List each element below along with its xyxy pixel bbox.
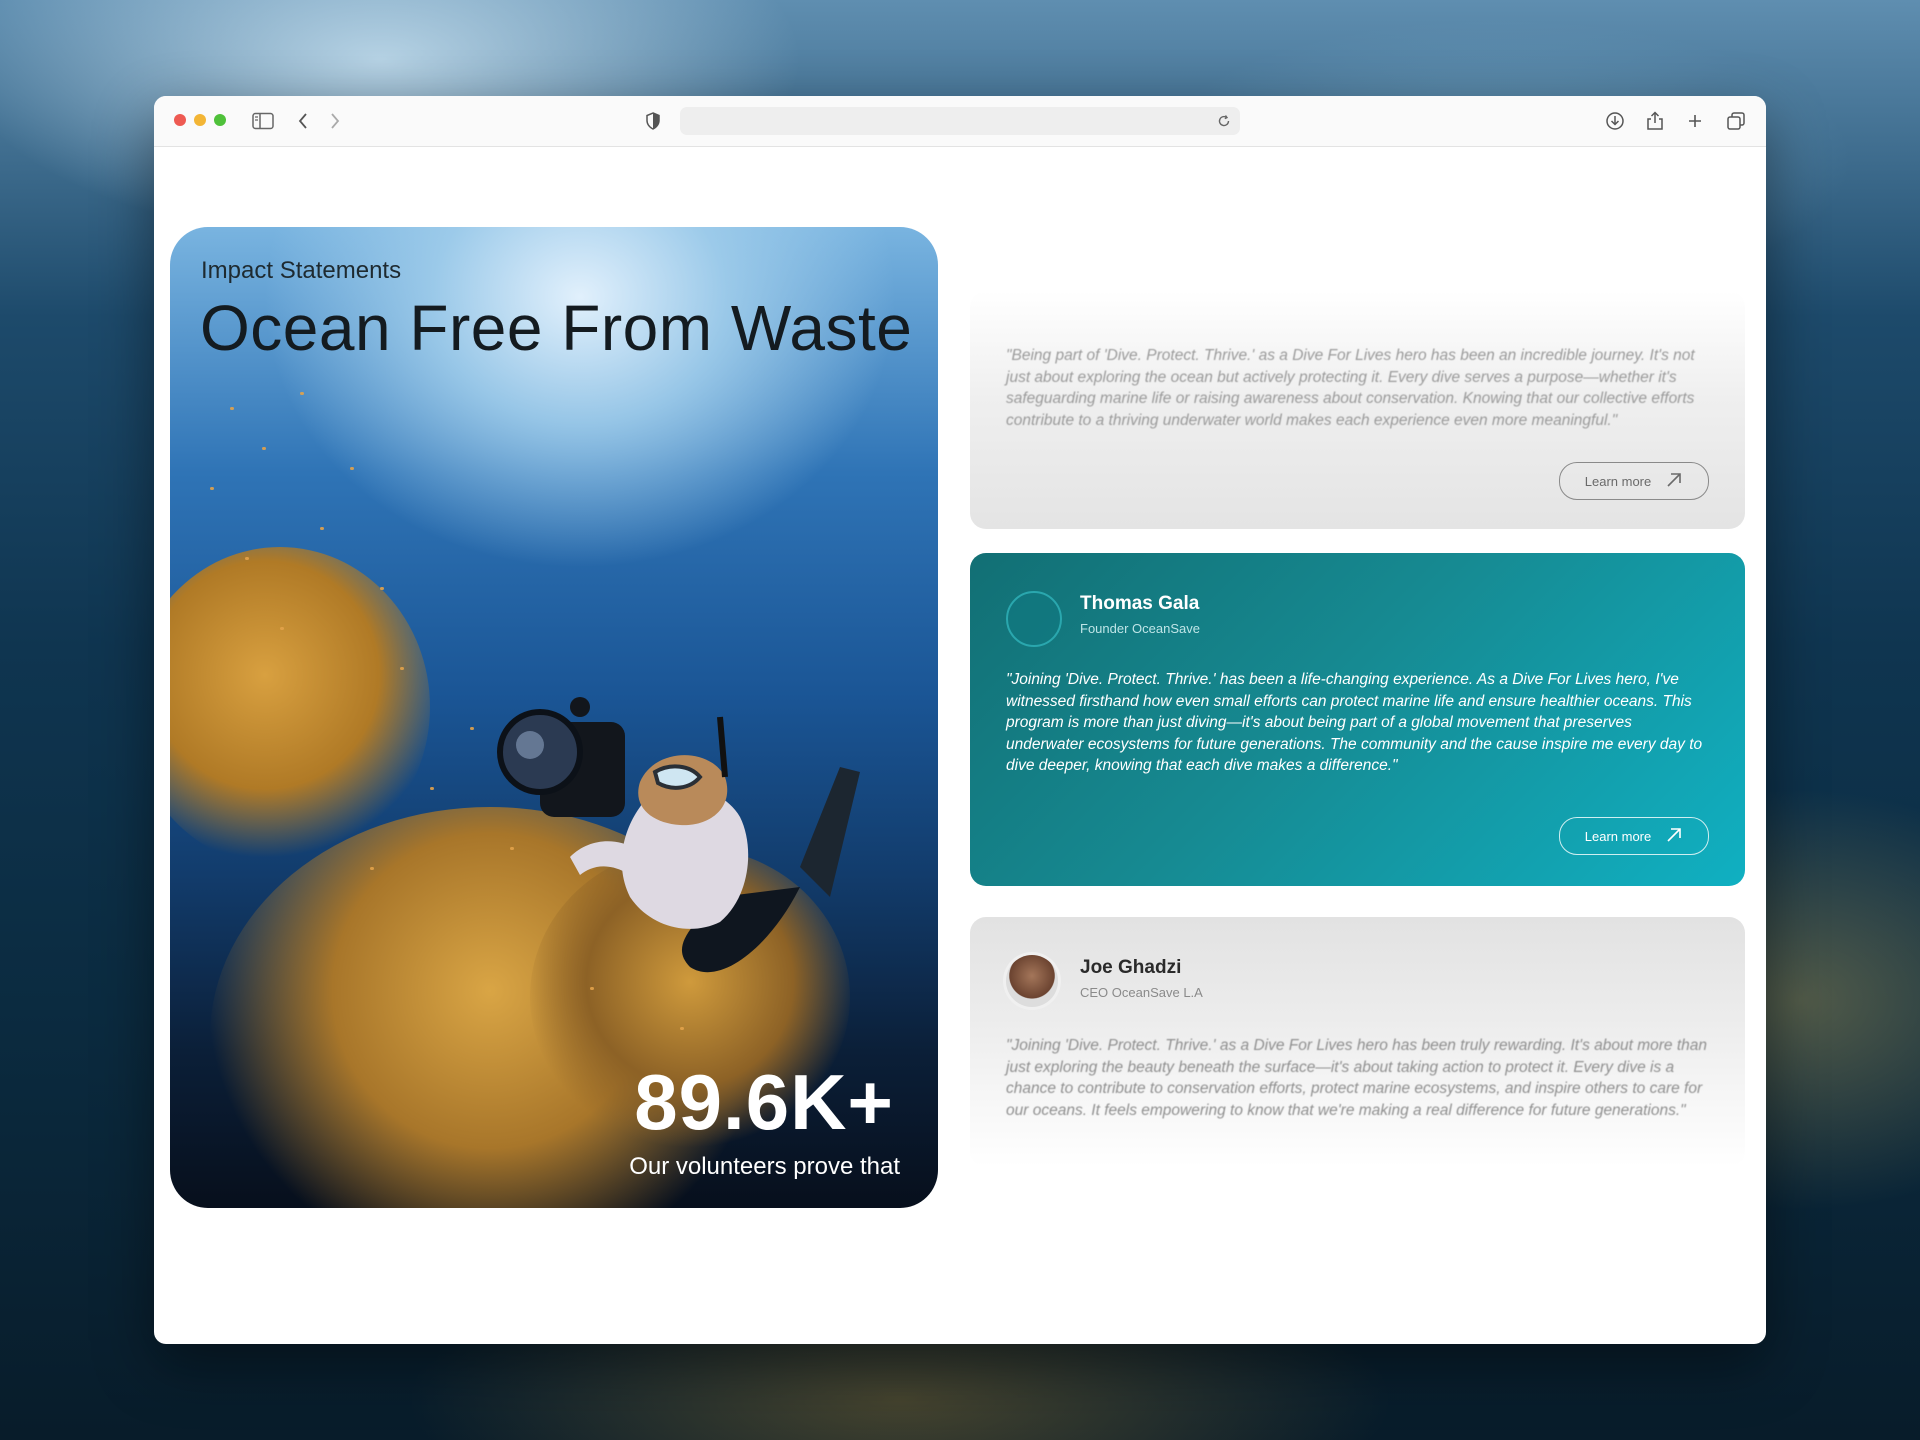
- learn-more-label: Learn more: [1584, 473, 1652, 489]
- fish-decoration: [320, 527, 324, 530]
- diver-illustration: [497, 697, 860, 973]
- minimize-window-button[interactable]: [194, 114, 206, 126]
- arrow-up-right-icon: [1665, 471, 1683, 492]
- testimonial-name: Joe Ghadzi: [1080, 957, 1182, 978]
- fish-decoration: [245, 557, 249, 560]
- testimonial-name: Thomas Gala: [1080, 593, 1200, 614]
- close-window-button[interactable]: [174, 114, 186, 126]
- volunteer-count: 89.6K+: [634, 1058, 894, 1146]
- testimonial-card: Joe Ghadzi CEO OceanSave L.A "Joining 'D…: [970, 917, 1745, 1167]
- avatar: [1006, 955, 1058, 1007]
- testimonial-role: CEO OceanSave L.A: [1080, 985, 1203, 1000]
- fish-decoration: [350, 467, 354, 470]
- fish-decoration: [230, 407, 234, 410]
- learn-more-button[interactable]: Learn more: [1559, 462, 1709, 500]
- avatar: [1006, 591, 1062, 647]
- fish-decoration: [680, 1027, 684, 1030]
- new-tab-icon[interactable]: [1682, 108, 1708, 134]
- fish-decoration: [262, 447, 266, 450]
- fish-decoration: [370, 867, 374, 870]
- download-icon[interactable]: [1602, 108, 1628, 134]
- hero-card: Impact Statements Ocean Free From Waste …: [170, 227, 938, 1208]
- volunteer-count-label: Our volunteers prove that: [629, 1153, 900, 1180]
- testimonial-quote: "Joining 'Dive. Protect. Thrive.' as a D…: [1006, 1037, 1708, 1119]
- testimonial-card: "Being part of 'Dive. Protect. Thrive.' …: [970, 291, 1745, 529]
- tabs-overview-icon[interactable]: [1723, 108, 1749, 134]
- hero-title: Ocean Free From Waste: [200, 292, 913, 364]
- reload-icon[interactable]: [1214, 111, 1234, 131]
- fish-decoration: [210, 487, 214, 490]
- browser-toolbar: [154, 96, 1766, 147]
- hero-eyebrow: Impact Statements: [201, 257, 402, 284]
- page-content: Impact Statements Ocean Free From Waste …: [154, 147, 1766, 1344]
- url-bar[interactable]: [680, 107, 1240, 135]
- back-icon[interactable]: [290, 108, 316, 134]
- learn-more-label: Learn more: [1584, 828, 1652, 844]
- fish-decoration: [300, 392, 304, 395]
- share-icon[interactable]: [1642, 108, 1668, 134]
- forward-icon[interactable]: [322, 108, 348, 134]
- testimonial-quote: "Being part of 'Dive. Protect. Thrive.' …: [1006, 347, 1695, 429]
- zoom-window-button[interactable]: [214, 114, 226, 126]
- learn-more-button[interactable]: Learn more: [1559, 817, 1709, 855]
- browser-window: Impact Statements Ocean Free From Waste …: [154, 96, 1766, 1344]
- testimonial-role: Founder OceanSave: [1080, 621, 1200, 636]
- testimonial-quote: "Joining 'Dive. Protect. Thrive.' has be…: [1006, 671, 1703, 774]
- shield-icon: [640, 108, 666, 134]
- fish-decoration: [380, 587, 384, 590]
- sidebar-icon[interactable]: [250, 108, 276, 134]
- testimonial-card-featured: Thomas Gala Founder OceanSave "Joining '…: [970, 553, 1745, 886]
- fish-decoration: [280, 627, 284, 630]
- arrow-up-right-icon: [1665, 826, 1683, 847]
